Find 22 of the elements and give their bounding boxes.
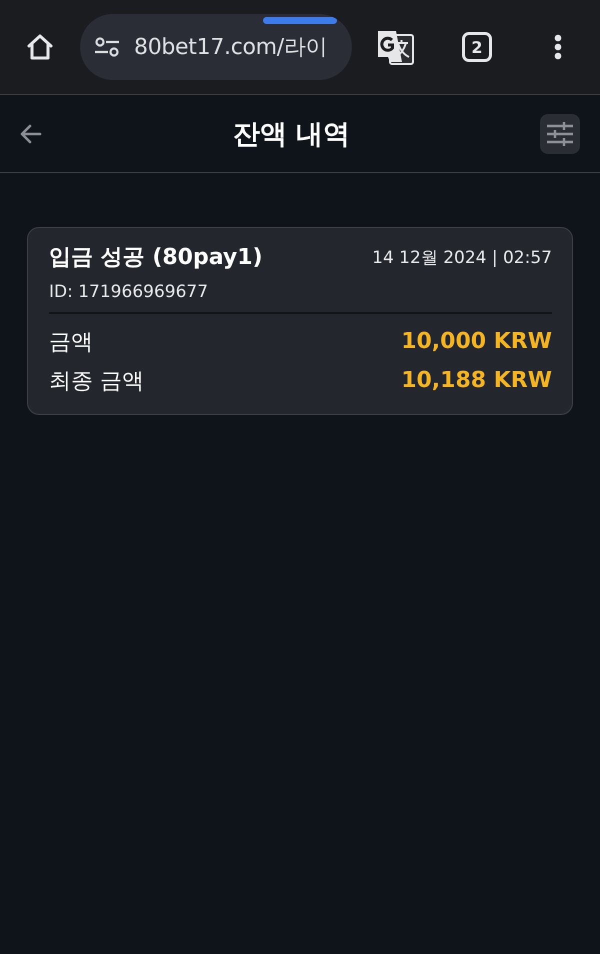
amount-value: 10,000 KRW	[401, 329, 552, 354]
site-settings-icon[interactable]	[94, 37, 120, 57]
amount-label: 금액	[49, 328, 93, 356]
bar-indicator-icon	[263, 17, 337, 24]
back-button[interactable]	[19, 122, 43, 146]
page-title: 잔액 내역	[232, 118, 350, 152]
transaction-date: 14 12월 2024 | 02:57	[372, 246, 552, 268]
more-icon	[554, 34, 562, 60]
transaction-title: 입금 성공 (80pay1)	[49, 244, 263, 272]
home-icon	[25, 32, 55, 62]
more-menu-button[interactable]	[554, 34, 562, 60]
tab-count-button[interactable]: 2	[462, 32, 492, 62]
amount-label: 최종 금액	[49, 368, 144, 396]
translate-icon	[376, 29, 414, 65]
address-bar[interactable]: 80bet17.com/라이	[80, 14, 352, 80]
amount-value: 10,188 KRW	[401, 368, 552, 393]
back-arrow-icon	[20, 124, 42, 144]
filter-button[interactable]	[540, 114, 580, 154]
transaction-id: ID: 171966969677	[49, 282, 210, 302]
url-text: 80bet17.com/라이	[134, 34, 328, 62]
sliders-icon	[547, 122, 573, 146]
translate-button[interactable]	[376, 29, 414, 65]
